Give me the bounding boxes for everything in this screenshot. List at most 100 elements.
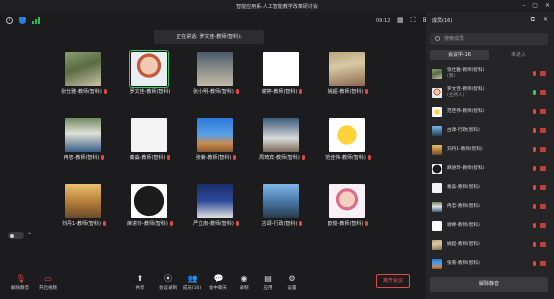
participant-name-text: 冉忠-教师(智科) xyxy=(63,155,100,161)
participant-name-text: 范佳伟-教师(智科) xyxy=(325,155,366,161)
camera-off-icon[interactable] xyxy=(540,185,546,190)
mic-muted-icon[interactable] xyxy=(533,166,536,171)
member-name: 张菊-教师(智科) xyxy=(447,260,480,266)
apps-button[interactable]: ▤ 应用 xyxy=(256,274,280,291)
mic-on-icon[interactable] xyxy=(533,90,536,95)
member-text: 麻进玲-教师(智科) xyxy=(447,166,484,172)
camera-off-icon[interactable] xyxy=(540,147,546,152)
member-row[interactable]: 秦淼-教师(智科) xyxy=(430,178,548,197)
participant-tile[interactable]: 范佳伟-教师(智科) xyxy=(325,118,371,161)
member-row[interactable]: 张菊-教师(智科) xyxy=(430,254,548,273)
camera-off-icon[interactable] xyxy=(540,166,546,171)
participant-tile[interactable]: 严立南-教师(智科) xyxy=(193,184,239,227)
participant-tile[interactable]: 张仕雅-教师(智科) xyxy=(61,52,107,95)
chat-icon: 💬 xyxy=(213,274,224,283)
mic-muted-icon[interactable] xyxy=(533,261,536,266)
participant-tile[interactable]: 欧俊-教师(智科) xyxy=(326,184,370,227)
avatar xyxy=(432,220,442,231)
members-icon: 👥 xyxy=(187,274,198,283)
member-row[interactable]: 姚超-教师(智科) xyxy=(430,235,548,254)
mic-muted-icon[interactable] xyxy=(533,128,536,133)
close-panel-icon[interactable]: ✕ xyxy=(543,17,548,23)
camera-off-icon[interactable] xyxy=(540,109,546,114)
member-row[interactable]: 麻进玲-教师(智科) xyxy=(430,159,548,178)
mic-muted-icon[interactable] xyxy=(533,147,536,152)
members-button[interactable]: 👥 成员(16) xyxy=(180,274,204,291)
camera-off-icon[interactable] xyxy=(540,242,546,247)
mic-muted-icon xyxy=(167,155,171,160)
participant-name-text: 张菊-教师(智科) xyxy=(195,155,232,161)
participant-tile[interactable]: 张菊-教师(智科) xyxy=(194,118,238,161)
mic-muted-icon xyxy=(365,221,369,226)
mic-muted-icon xyxy=(299,221,303,226)
member-search-input[interactable]: 搜索成员 xyxy=(430,33,548,45)
participant-name: 张菊-教师(智科) xyxy=(186,154,246,161)
participant-name-text: 古颂-行政(智科) xyxy=(261,221,298,227)
participant-tile[interactable]: 周琦宾-教师(智科) xyxy=(259,118,305,161)
camera-off-icon[interactable] xyxy=(540,90,546,95)
view-toggle[interactable]: ⌃ xyxy=(8,232,32,239)
mic-muted-icon xyxy=(233,155,237,160)
settings-button[interactable]: ⚙ 设置 xyxy=(280,274,304,291)
participant-video xyxy=(131,184,167,218)
participant-tile[interactable]: 冉忠-教师(智科) xyxy=(62,118,106,161)
share-icon: ⬆ xyxy=(136,274,144,283)
video-button[interactable]: ▭ 开启视频 xyxy=(36,274,60,291)
participant-name-text: 姚超-教师(智科) xyxy=(327,89,364,95)
record-button[interactable]: ⦿ 会议录制 xyxy=(156,274,180,291)
member-row[interactable]: 范佳伟-教师(智科) xyxy=(430,102,548,121)
mic-muted-icon[interactable] xyxy=(533,242,536,247)
participant-name-text: 罗文佳-教师(智科) xyxy=(129,89,171,95)
participant-name-text: 欧俊-教师(智科) xyxy=(327,221,364,227)
camera-off-icon[interactable] xyxy=(540,204,546,209)
close-icon[interactable]: ✕ xyxy=(545,2,550,9)
chevron-up-icon[interactable]: ⌃ xyxy=(27,232,32,239)
mic-muted-icon[interactable] xyxy=(533,204,536,209)
leave-meeting-button[interactable]: 离开会议 xyxy=(376,274,410,288)
toggle-switch[interactable] xyxy=(8,232,24,239)
camera-off-icon[interactable] xyxy=(540,261,546,266)
tab-in-meeting[interactable]: 会议中·16 xyxy=(430,50,489,60)
minimize-icon[interactable]: – xyxy=(522,2,525,9)
member-row[interactable]: 古颂-行政(智科) xyxy=(430,121,548,140)
participant-tile[interactable]: 谢婷-教师(智科) xyxy=(260,52,304,95)
mic-muted-icon[interactable] xyxy=(533,71,536,76)
participant-tile[interactable]: 姚超-教师(智科) xyxy=(326,52,370,95)
participant-tile[interactable]: 秦淼-教师(智科) xyxy=(128,118,172,161)
mic-muted-icon[interactable] xyxy=(533,109,536,114)
participant-tile[interactable]: 麻进玲-教师(智科) xyxy=(127,184,173,227)
member-text: 冉忠-教师(智科) xyxy=(447,204,480,210)
member-row[interactable]: 刘丹1-教师(智科) xyxy=(430,140,548,159)
member-row[interactable]: 谢婷-教师(智科) xyxy=(430,216,548,235)
mute-button[interactable]: 🎙 解除静音 xyxy=(8,274,32,291)
popout-icon[interactable]: ⧉ xyxy=(531,17,535,23)
maximize-icon[interactable]: ▢ xyxy=(532,2,538,9)
mic-muted-icon[interactable] xyxy=(533,185,536,190)
recording-button[interactable]: ◉ 录制 xyxy=(232,274,256,291)
camera-off-icon[interactable] xyxy=(540,128,546,133)
member-text: 姚超-教师(智科) xyxy=(447,242,480,248)
avatar xyxy=(432,182,442,193)
video-label: 开启视频 xyxy=(39,286,57,291)
camera-off-icon[interactable] xyxy=(540,223,546,228)
member-row[interactable]: 罗文佳-教师(智科) (主持人) xyxy=(430,83,548,102)
mute-label: 解除静音 xyxy=(11,286,29,291)
member-row[interactable]: 张仕雅-教师(智科) (我) xyxy=(430,64,548,83)
mute-all-button[interactable]: 解除静音 xyxy=(430,277,548,292)
participant-name: 刘丹1-教师(智科) xyxy=(54,220,114,227)
member-name: 秦淼-教师(智科) xyxy=(447,184,480,190)
participant-tile[interactable]: 刘丹1-教师(智科) xyxy=(62,184,106,227)
member-name: 冉忠-教师(智科) xyxy=(447,203,480,209)
mic-muted-icon[interactable] xyxy=(533,223,536,228)
tab-not-joined[interactable]: 未进入 xyxy=(489,50,548,60)
participant-name: 欧俊-教师(智科) xyxy=(318,220,378,227)
participant-tile[interactable]: 罗文佳-教师(智科) xyxy=(128,50,172,95)
participant-name-text: 秦淼-教师(智科) xyxy=(129,155,166,161)
camera-off-icon[interactable] xyxy=(540,71,546,76)
member-row[interactable]: 冉忠-教师(智科) xyxy=(430,197,548,216)
share-button[interactable]: ⬆ 共享 xyxy=(128,274,152,291)
member-tabs: 会议中·16 未进入 xyxy=(430,50,548,60)
participant-tile[interactable]: 古颂-行政(智科) xyxy=(260,184,304,227)
participant-tile[interactable]: 张小明-教师(智科) xyxy=(193,52,239,95)
chat-button[interactable]: 💬 会中聊天 xyxy=(206,274,230,291)
